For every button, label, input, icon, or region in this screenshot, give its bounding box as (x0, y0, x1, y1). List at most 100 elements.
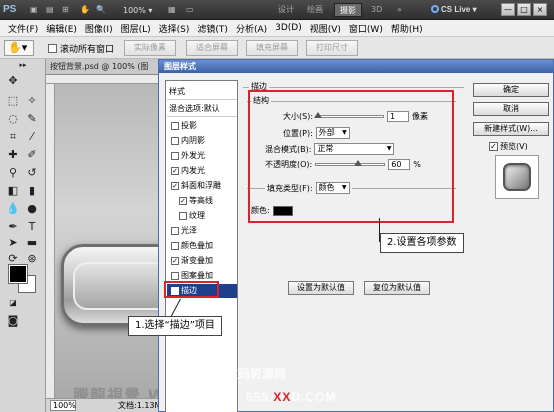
actual-pixels-button[interactable]: 实际像素 (124, 40, 176, 56)
checkbox-box[interactable]: ✓ (489, 142, 498, 151)
step2-callout: 2.设置各项参数 (380, 233, 464, 253)
tools-panel: ▸▸ ✥ ⬚ ✧ ◌ ✎ ⌗ ⁄ ✚ ✐ ⚲ ↺ ◧ ▮ 💧 ● ✒ T ➤ ▬… (0, 59, 46, 412)
screen-mode-icon[interactable]: ▭ (186, 4, 194, 16)
foreground-color-swatch[interactable] (8, 264, 28, 284)
preview-checkbox[interactable]: ✓ 预览(V) (489, 141, 528, 152)
style-list-item[interactable]: 颜色叠加 (167, 239, 237, 253)
menu-edit[interactable]: 编辑(E) (46, 22, 77, 35)
workspace-painting[interactable]: 绘画 (302, 3, 328, 17)
style-checkbox[interactable] (171, 227, 179, 235)
zoom-level-select[interactable]: 100% ▾ (123, 4, 163, 17)
style-checkbox[interactable]: ✓ (171, 257, 179, 265)
workspace-design[interactable]: 设计 (273, 3, 299, 17)
style-checkbox[interactable]: ✓ (179, 197, 187, 205)
cancel-button[interactable]: 取消 (473, 102, 549, 116)
style-checkbox[interactable] (171, 137, 179, 145)
default-colors-icon[interactable]: ◪ (4, 295, 22, 311)
new-style-button[interactable]: 新建样式(W)... (473, 122, 549, 136)
photoshop-logo: PS (3, 4, 17, 15)
style-list: 样式 混合选项:默认 投影 内阴影 外发光 ✓ 内发光 ✓ 斜面和浮雕 ✓ 等高线 纹理 光泽 颜色叠… (165, 80, 238, 412)
menu-3d[interactable]: 3D(D) (275, 23, 302, 33)
print-size-button[interactable]: 打印尺寸 (306, 40, 358, 56)
mini-bridge-icon[interactable]: ▤ (46, 4, 54, 16)
cs-live-icon (431, 5, 439, 13)
list-divider (167, 116, 237, 117)
healing-brush-tool-icon[interactable]: ✚ (4, 147, 22, 163)
menu-help[interactable]: 帮助(H) (391, 22, 423, 35)
zoom-tool-icon[interactable]: 🔍 (96, 4, 106, 16)
history-brush-tool-icon[interactable]: ↺ (23, 165, 41, 181)
cs-live-button[interactable]: CS Live ▾ (427, 3, 481, 17)
menu-image[interactable]: 图像(I) (85, 22, 113, 35)
hand-tool-icon[interactable]: ✋ (80, 4, 90, 16)
shape-tool-icon[interactable]: ▬ (23, 235, 41, 251)
maximize-button[interactable]: □ (517, 3, 531, 16)
style-list-item[interactable]: 投影 (167, 119, 237, 133)
clone-stamp-tool-icon[interactable]: ⚲ (4, 165, 22, 181)
quick-select-tool-icon[interactable]: ✎ (23, 111, 41, 127)
style-checkbox[interactable] (171, 272, 179, 280)
move-tool-icon[interactable]: ✥ (4, 73, 22, 89)
menu-filter[interactable]: 滤镜(T) (197, 22, 228, 35)
style-checkbox[interactable]: ✓ (171, 182, 179, 190)
style-list-item[interactable]: 纹理 (167, 209, 237, 223)
fit-screen-button[interactable]: 适合屏幕 (186, 40, 238, 56)
blending-options-header[interactable]: 混合选项:默认 (169, 103, 220, 114)
gradient-tool-icon[interactable]: ▮ (23, 183, 41, 199)
set-default-button[interactable]: 设置为默认值 (288, 281, 354, 295)
grid-icon[interactable]: ⊞ (62, 4, 69, 16)
style-checkbox[interactable] (171, 152, 179, 160)
style-list-item[interactable]: ✓ 等高线 (167, 194, 237, 208)
type-tool-icon[interactable]: T (23, 219, 41, 235)
menu-layer[interactable]: 图层(L) (121, 22, 151, 35)
style-list-item[interactable]: 内阴影 (167, 134, 237, 148)
eraser-tool-icon[interactable]: ◧ (4, 183, 22, 199)
arrange-icon[interactable]: ▦ (168, 4, 176, 16)
zoom-field[interactable]: 100% (50, 400, 76, 411)
dialog-title: 图层样式 (159, 60, 553, 73)
styles-header[interactable]: 样式 (169, 86, 185, 97)
style-list-item[interactable]: ✓ 内发光 (167, 164, 237, 178)
menu-view[interactable]: 视图(V) (310, 22, 341, 35)
crop-tool-icon[interactable]: ⌗ (4, 129, 22, 145)
menu-bar: 文件(F) 编辑(E) 图像(I) 图层(L) 选择(S) 滤镜(T) 分析(A… (0, 20, 554, 37)
style-checkbox[interactable] (179, 212, 187, 220)
scroll-all-windows-checkbox[interactable]: 滚动所有窗口 (48, 42, 114, 55)
pen-tool-icon[interactable]: ✒ (4, 219, 22, 235)
close-button[interactable]: × (533, 3, 547, 16)
style-preview (495, 155, 539, 199)
workspace-3d[interactable]: 3D (366, 3, 387, 17)
marquee-tool-icon[interactable]: ⬚ (4, 93, 22, 109)
style-checkbox[interactable]: ✓ (171, 167, 179, 175)
bridge-icon[interactable]: ▣ (30, 4, 38, 16)
eyedropper-tool-icon[interactable]: ⁄ (23, 129, 41, 145)
style-list-item-label: 内发光 (181, 166, 205, 175)
dodge-tool-icon[interactable]: ● (23, 201, 41, 217)
ok-button[interactable]: 确定 (473, 83, 549, 97)
minimize-button[interactable]: — (501, 3, 515, 16)
fill-screen-button[interactable]: 填充屏幕 (246, 40, 298, 56)
blur-tool-icon[interactable]: 💧 (4, 201, 22, 217)
menu-analysis[interactable]: 分析(A) (236, 22, 267, 35)
style-list-item[interactable]: ✓ 渐变叠加 (167, 254, 237, 268)
lasso-tool-icon[interactable]: ◌ (4, 111, 22, 127)
menu-file[interactable]: 文件(F) (8, 22, 38, 35)
style-list-item[interactable]: 光泽 (167, 224, 237, 238)
checkbox-box[interactable] (48, 44, 57, 53)
quick-mask-icon[interactable]: ◙ (4, 313, 22, 329)
style-list-item[interactable]: 外发光 (167, 149, 237, 163)
workspace-photography[interactable]: 摄影 (334, 3, 362, 17)
brush-tool-icon[interactable]: ✐ (23, 147, 41, 163)
tool-preset-picker[interactable]: ✋▾ (4, 40, 34, 56)
menu-select[interactable]: 选择(S) (159, 22, 190, 35)
workspace-more[interactable]: » (392, 3, 407, 17)
style-checkbox[interactable] (171, 242, 179, 250)
menu-window[interactable]: 窗口(W) (349, 22, 383, 35)
panel-grip-icon[interactable]: ▸▸ (14, 61, 32, 69)
path-selection-tool-icon[interactable]: ➤ (4, 235, 22, 251)
reset-default-button[interactable]: 复位为默认值 (364, 281, 430, 295)
style-list-item[interactable]: ✓ 斜面和浮雕 (167, 179, 237, 193)
style-list-item-label: 颜色叠加 (181, 241, 213, 250)
magic-wand-tool-icon[interactable]: ✧ (23, 93, 41, 109)
style-checkbox[interactable] (171, 122, 179, 130)
